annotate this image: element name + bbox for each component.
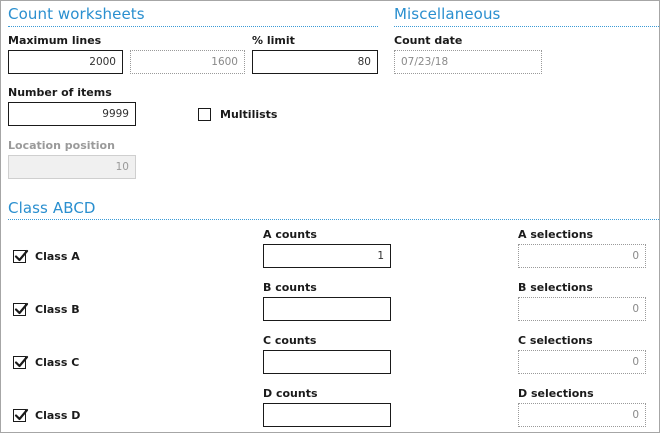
class-a-checkbox[interactable]	[13, 249, 29, 263]
c-counts-input[interactable]	[263, 350, 391, 374]
b-selections-label: B selections	[518, 281, 593, 294]
class-c-checkbox[interactable]	[13, 355, 29, 369]
maximum-lines-label: Maximum lines	[8, 34, 102, 47]
count-worksheets-divider	[8, 26, 378, 27]
percent-limit-input[interactable]: 80	[252, 50, 378, 74]
d-selections-field: 0	[518, 403, 646, 427]
count-date-field: 07/23/18	[394, 50, 542, 74]
multilists-checkbox[interactable]	[198, 108, 211, 121]
c-counts-label: C counts	[263, 334, 317, 347]
class-b-checkbox[interactable]	[13, 302, 29, 316]
miscellaneous-divider	[394, 26, 659, 27]
count-date-label: Count date	[394, 34, 463, 47]
d-counts-input[interactable]	[263, 403, 391, 427]
number-of-items-input[interactable]: 9999	[8, 102, 136, 126]
d-selections-label: D selections	[518, 387, 594, 400]
c-selections-field: 0	[518, 350, 646, 374]
count-worksheets-title: Count worksheets	[8, 5, 145, 23]
c-selections-label: C selections	[518, 334, 593, 347]
location-position-label: Location position	[8, 139, 115, 152]
class-b-label: Class B	[35, 303, 80, 316]
class-d-checkbox[interactable]	[13, 408, 29, 422]
class-abcd-title: Class ABCD	[8, 199, 96, 217]
a-selections-field: 0	[518, 244, 646, 268]
a-counts-input[interactable]: 1	[263, 244, 391, 268]
class-abcd-divider	[8, 219, 659, 220]
class-c-label: Class C	[35, 356, 80, 369]
percent-limit-label: % limit	[252, 34, 295, 47]
a-counts-label: A counts	[263, 228, 317, 241]
number-of-items-label: Number of items	[8, 86, 112, 99]
class-a-label: Class A	[35, 250, 80, 263]
b-counts-input[interactable]	[263, 297, 391, 321]
b-selections-field: 0	[518, 297, 646, 321]
maximum-lines-input[interactable]: 2000	[8, 50, 123, 74]
form-frame: Count worksheets Maximum lines 2000 1600…	[0, 0, 660, 433]
b-counts-label: B counts	[263, 281, 317, 294]
maximum-lines-secondary-field: 1600	[130, 50, 245, 74]
location-position-input: 10	[8, 155, 136, 179]
miscellaneous-title: Miscellaneous	[394, 5, 501, 23]
multilists-label: Multilists	[220, 108, 278, 121]
class-d-label: Class D	[35, 409, 81, 422]
d-counts-label: D counts	[263, 387, 318, 400]
a-selections-label: A selections	[518, 228, 594, 241]
